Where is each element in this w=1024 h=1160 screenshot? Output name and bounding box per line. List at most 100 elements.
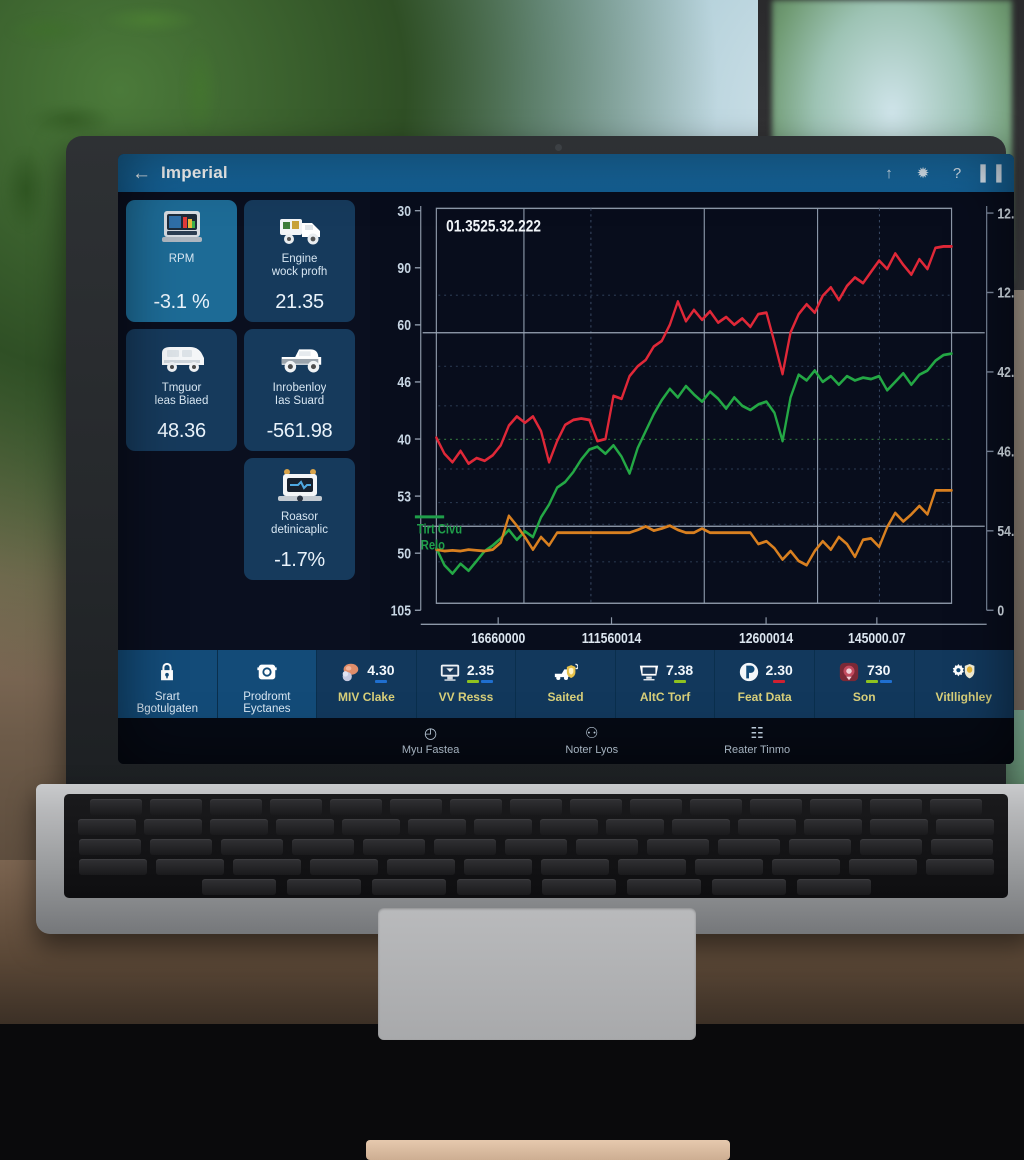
app-body: RPM -3.1 % Engine wock profh 21.35 Tmguor leas…	[118, 192, 1014, 650]
keyboard-key[interactable]	[456, 879, 531, 895]
keyboard-key[interactable]	[342, 819, 400, 835]
keyboard-key[interactable]	[750, 799, 802, 815]
keyboard-key[interactable]	[309, 859, 378, 875]
keyboard-key[interactable]	[860, 839, 922, 855]
metric-card-interloy-guard[interactable]: Inrobenloy Ias Suard -561.98	[244, 329, 355, 451]
keyboard-key[interactable]	[690, 799, 742, 815]
help-question-icon[interactable]: ?	[948, 164, 966, 182]
legend-label-line2: Relo	[421, 538, 446, 553]
keyboard-key[interactable]	[505, 839, 567, 855]
keyboard-key[interactable]	[78, 819, 136, 835]
metric-card-value: -561.98	[266, 420, 333, 442]
keyboard-key[interactable]	[155, 859, 224, 875]
keyboard-key[interactable]	[630, 799, 682, 815]
tab-start-app[interactable]: Srart Bgotulgaten	[118, 650, 218, 718]
keyboard-key[interactable]	[221, 839, 283, 855]
status-item-noter-lyos[interactable]: ⚇ Noter Lyos	[565, 726, 618, 757]
upload-arrow-icon[interactable]: ↑	[880, 164, 898, 182]
keyboard-key[interactable]	[672, 819, 730, 835]
keyboard-key[interactable]	[79, 839, 141, 855]
keyboard-key[interactable]	[408, 819, 466, 835]
chart-annotation: 01.3525.32.222	[446, 218, 541, 236]
keyboard-key[interactable]	[463, 859, 532, 875]
keyboard-key[interactable]	[363, 839, 425, 855]
keyboard-key[interactable]	[796, 879, 871, 895]
y-left-tick: 46	[397, 374, 411, 390]
tab-son[interactable]: 730 Son	[814, 650, 915, 718]
keyboard-key[interactable]	[90, 799, 142, 815]
metric-card-engine-depth[interactable]: Engine wock profh 21.35	[244, 200, 355, 322]
keyboard-key[interactable]	[386, 859, 455, 875]
keyboard-key[interactable]	[870, 799, 922, 815]
keyboard-key[interactable]	[390, 799, 442, 815]
keyboard-key[interactable]	[626, 879, 701, 895]
keyboard-key[interactable]	[434, 839, 496, 855]
pause-columns-icon[interactable]: ▌▐	[980, 164, 1001, 182]
keyboard-key[interactable]	[738, 819, 796, 835]
tab-feat-data[interactable]: 2.30 Feat Data	[715, 650, 815, 718]
keyboard-key[interactable]	[330, 799, 382, 815]
metric-card-rpm[interactable]: RPM -3.1 %	[126, 200, 237, 322]
keyboard-key[interactable]	[711, 879, 786, 895]
metric-card-temp-leas-bicad[interactable]: Tmguor leas Biaed 48.36	[126, 329, 237, 451]
keyboard-key[interactable]	[150, 799, 202, 815]
settings-burst-icon[interactable]: ✹	[914, 164, 932, 182]
keyboard-key[interactable]	[540, 819, 598, 835]
tab-product-system[interactable]: Prodromt Eyctanes	[217, 650, 318, 718]
keyboard-key[interactable]	[144, 819, 202, 835]
keyboard-key[interactable]	[232, 859, 301, 875]
keyboard-key[interactable]	[541, 879, 616, 895]
metric-card-label: RPM	[168, 253, 195, 265]
tab-icon-row	[952, 656, 976, 688]
keyboard-key[interactable]	[718, 839, 780, 855]
keyboard-key[interactable]	[789, 839, 851, 855]
chart-panel[interactable]: 01.3525.32.222 30 90 60 46 40 53 50 105 12.50 12.9…	[370, 192, 1014, 650]
tab-value-group: 2.30	[766, 662, 793, 683]
keyboard-key[interactable]	[292, 839, 354, 855]
keyboard-key[interactable]	[78, 859, 147, 875]
keyboard-key[interactable]	[931, 839, 993, 855]
keyboard-key[interactable]	[450, 799, 502, 815]
status-item-reater-tinmo[interactable]: ☷ Reater Tinmo	[724, 726, 790, 757]
tab-saited[interactable]: Saited	[516, 650, 616, 718]
multi-series-line-chart[interactable]: 01.3525.32.222 30 90 60 46 40 53 50 105 12.50 12.9…	[370, 192, 1014, 650]
keyboard-key[interactable]	[510, 799, 562, 815]
y-left-tick: 90	[397, 260, 411, 276]
keyboard-key[interactable]	[150, 839, 212, 855]
back-arrow-icon[interactable]: ←	[132, 164, 151, 183]
keyboard-key[interactable]	[694, 859, 763, 875]
tab-value: 2.35	[466, 661, 495, 678]
keyboard-key[interactable]	[606, 819, 664, 835]
keyboard-key[interactable]	[286, 879, 361, 895]
keyboard-key[interactable]	[270, 799, 322, 815]
trackpad[interactable]	[378, 908, 696, 1040]
keyboard-key[interactable]	[210, 819, 268, 835]
keyboard-key[interactable]	[276, 819, 334, 835]
keyboard-key[interactable]	[540, 859, 609, 875]
metric-card-grid: RPM -3.1 % Engine wock profh 21.35 Tmguor leas…	[118, 192, 370, 650]
keyboard-key[interactable]	[771, 859, 840, 875]
tab-vitllighley[interactable]: Vitllighley	[914, 650, 1014, 718]
keyboard-key[interactable]	[570, 799, 622, 815]
metric-card-reasor-detin[interactable]: Roasor detinicaplic -1.7%	[244, 458, 355, 580]
tab-value-group: 2.35	[467, 662, 494, 683]
status-item-myu-fastea[interactable]: ◴ Myu Fastea	[402, 726, 459, 757]
keyboard-key[interactable]	[848, 859, 917, 875]
keyboard-key[interactable]	[201, 879, 276, 895]
keyboard[interactable]	[64, 794, 1008, 898]
keyboard-key[interactable]	[371, 879, 446, 895]
tab-vv-ress[interactable]: 2.35 VV Resss	[416, 650, 517, 718]
keyboard-key[interactable]	[474, 819, 532, 835]
keyboard-key[interactable]	[617, 859, 686, 875]
tab-miv-clake[interactable]: 4.30 MIV Clake	[317, 650, 417, 718]
keyboard-key[interactable]	[925, 859, 994, 875]
keyboard-key[interactable]	[576, 839, 638, 855]
keyboard-key[interactable]	[647, 839, 709, 855]
keyboard-key[interactable]	[810, 799, 862, 815]
keyboard-key[interactable]	[936, 819, 994, 835]
keyboard-key[interactable]	[804, 819, 862, 835]
keyboard-key[interactable]	[210, 799, 262, 815]
tab-altc-torf[interactable]: 7.38 AltC Torf	[615, 650, 716, 718]
keyboard-key[interactable]	[870, 819, 928, 835]
keyboard-key[interactable]	[930, 799, 982, 815]
